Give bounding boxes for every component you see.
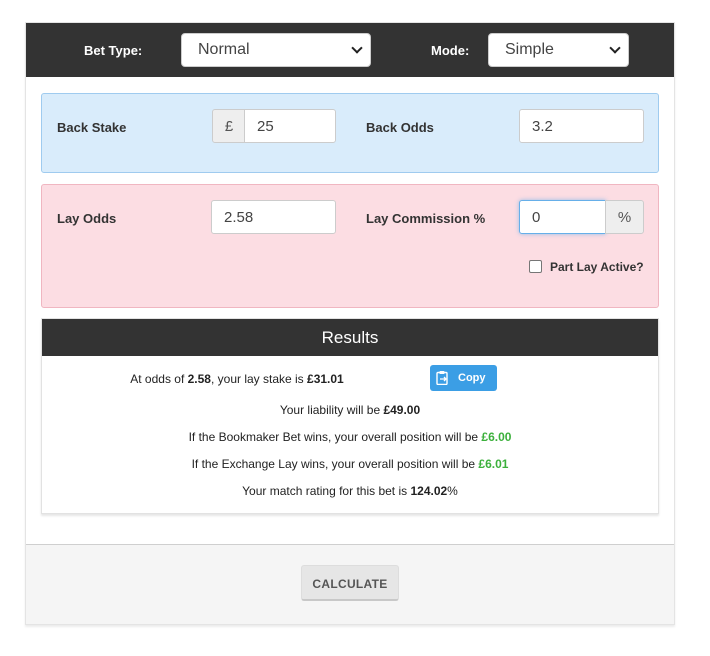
bet-type-value: Normal	[198, 41, 250, 58]
chevron-down-icon	[609, 42, 621, 54]
part-lay-label: Part Lay Active?	[550, 260, 644, 274]
bet-type-select[interactable]: Normal	[181, 33, 371, 67]
bookmaker-profit-value: £6.00	[481, 430, 512, 444]
chevron-down-icon	[351, 42, 363, 54]
exchange-profit-value: £6.01	[478, 457, 509, 471]
back-stake-input[interactable]: 25	[244, 109, 336, 143]
back-stake-label: Back Stake	[57, 120, 127, 135]
mode-select[interactable]: Simple	[488, 33, 629, 67]
match-rating-line: Your match rating for this bet is 124.02…	[242, 484, 458, 498]
percent-addon: %	[605, 200, 644, 234]
calculator-card: Bet Type: Normal Mode: Simple Back Stake…	[25, 22, 675, 625]
exchange-wins-line: If the Exchange Lay wins, your overall p…	[191, 457, 509, 471]
copy-button[interactable]: Copy	[430, 365, 497, 391]
currency-addon: £	[212, 109, 246, 143]
results-title: Results	[42, 319, 658, 356]
liability-line: Your liability will be £49.00	[279, 403, 421, 417]
back-bet-panel: Back Stake £ 25 Back Odds 3.2	[41, 93, 659, 173]
bet-type-label: Bet Type:	[84, 43, 143, 58]
results-panel: Results At odds of 2.58, your lay stake …	[41, 318, 659, 514]
lay-commission-label: Lay Commission %	[366, 211, 486, 226]
back-odds-input[interactable]: 3.2	[519, 109, 644, 143]
lay-odds-input[interactable]: 2.58	[211, 200, 336, 234]
part-lay-checkbox[interactable]	[529, 260, 542, 273]
mode-label: Mode:	[431, 43, 470, 58]
match-rating-value: 124.02	[410, 484, 448, 498]
lay-commission-input[interactable]: 0	[519, 200, 606, 234]
footer-bar: CALCULATE	[26, 544, 674, 624]
lay-bet-panel: Lay Odds 2.58 Lay Commission % 0 % Part …	[41, 184, 659, 308]
clipboard-icon	[436, 371, 448, 385]
bookmaker-wins-line: If the Bookmaker Bet wins, your overall …	[188, 430, 512, 444]
back-odds-label: Back Odds	[366, 120, 434, 135]
calculate-button[interactable]: CALCULATE	[301, 565, 399, 601]
lay-stake-value: £31.01	[307, 372, 344, 386]
lay-stake-line: At odds of 2.58, your lay stake is £31.0…	[130, 372, 344, 386]
mode-value: Simple	[505, 41, 554, 58]
lay-odds-label: Lay Odds	[57, 211, 117, 226]
lay-odds-value: 2.58	[187, 372, 211, 386]
settings-bar: Bet Type: Normal Mode: Simple	[26, 23, 674, 77]
liability-value: £49.00	[383, 403, 421, 417]
copy-label: Copy	[458, 372, 486, 384]
